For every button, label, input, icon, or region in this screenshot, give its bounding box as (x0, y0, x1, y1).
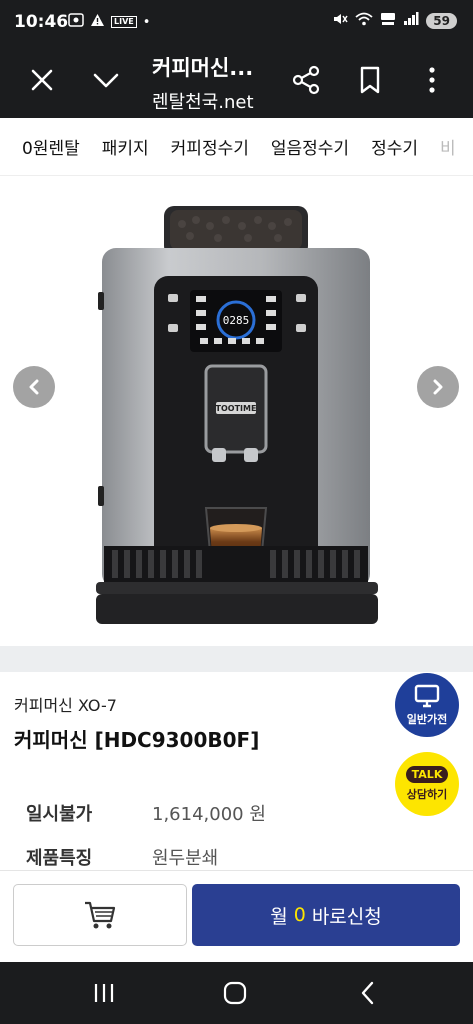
general-appliance-label: 일반가전 (406, 712, 448, 726)
apply-now-button[interactable]: 월 0 바로신청 (192, 884, 460, 946)
close-icon (31, 69, 53, 91)
machine-display-code: 0285 (223, 314, 250, 327)
spec-label: 일시불가 (26, 804, 93, 825)
bookmark-button[interactable] (352, 62, 388, 98)
recent-apps-button[interactable] (92, 980, 116, 1006)
bottom-action-bar: 월 0 바로신청 (0, 870, 473, 962)
home-icon (223, 981, 247, 1005)
back-icon (361, 981, 374, 1005)
page-title: 커피머신... (152, 56, 254, 80)
screenshot-icon (68, 13, 84, 31)
expand-button[interactable] (88, 62, 124, 98)
spec-row-price: 일시불가 1,614,000 원 (26, 800, 266, 826)
spec-value: 원두분쇄 (152, 848, 219, 869)
monitor-icon (414, 684, 440, 707)
dot-icon: • (142, 14, 151, 30)
carousel-prev-button[interactable] (13, 366, 55, 408)
cart-button[interactable] (13, 884, 187, 946)
share-button[interactable] (288, 62, 324, 98)
recent-apps-icon (94, 984, 114, 1002)
wifi-icon (355, 12, 373, 30)
product-subtitle: 커피머신 XO-7 (14, 696, 117, 715)
home-button[interactable] (222, 980, 248, 1006)
product-title: 커피머신 [HDC9300B0F] (14, 728, 260, 752)
tab-water-purifier[interactable]: 정수기 (349, 134, 418, 159)
consult-label: 상담하기 (406, 788, 448, 801)
status-bar: 10:46 LIVE • 59 (0, 0, 473, 46)
general-appliance-button[interactable]: 일반가전 (395, 673, 459, 737)
battery-indicator: 59 (426, 13, 457, 29)
warning-icon (90, 13, 105, 31)
arrow-right-icon (433, 379, 443, 395)
system-nav-bar (0, 962, 473, 1024)
product-image-carousel: 0285 TOOTIME (0, 176, 473, 646)
volte-icon (380, 12, 396, 30)
status-time: 10:46 (14, 12, 69, 32)
machine-brand-plate: TOOTIME (216, 404, 257, 413)
tab-package[interactable]: 패키지 (80, 134, 149, 159)
talk-bubble-icon: TALK (405, 766, 449, 783)
apply-prefix: 월 (270, 905, 288, 928)
kakao-talk-consult-button[interactable]: TALK 상담하기 (395, 752, 459, 816)
apply-number: 0 (293, 904, 306, 926)
cart-icon (85, 901, 116, 929)
spec-value: 1,614,000 원 (152, 804, 266, 825)
status-icons-right: 59 (332, 12, 457, 30)
more-vertical-icon (429, 67, 435, 93)
more-options-button[interactable] (414, 62, 450, 98)
spec-label: 제품특징 (26, 848, 93, 869)
mute-icon (332, 12, 348, 30)
tab-partial[interactable]: 비 (418, 134, 456, 159)
page-domain: 렌탈천국.net (152, 92, 254, 113)
tab-ice-purifier[interactable]: 얼음정수기 (249, 134, 349, 159)
category-tabs: 0원렌탈 패키지 커피정수기 얼음정수기 정수기 비 (0, 118, 473, 176)
section-divider (0, 646, 473, 672)
close-button[interactable] (24, 62, 60, 98)
coffee-machine-image: 0285 TOOTIME (96, 206, 378, 624)
browser-toolbar: 커피머신... 렌탈천국.net (0, 46, 473, 118)
bookmark-icon (360, 66, 380, 94)
back-button[interactable] (356, 980, 380, 1006)
live-score-icon: LIVE (111, 16, 137, 28)
tab-zero-rental[interactable]: 0원렌탈 (0, 134, 80, 159)
signal-icon (403, 12, 419, 30)
status-icons-left: LIVE • (68, 13, 150, 31)
tab-coffee-purifier[interactable]: 커피정수기 (149, 134, 249, 159)
carousel-next-button[interactable] (417, 366, 459, 408)
arrow-left-icon (29, 379, 39, 395)
share-icon (292, 65, 320, 95)
apply-suffix: 바로신청 (311, 905, 382, 928)
chevron-down-icon (93, 73, 119, 88)
spec-row-feature: 제품특징 원두분쇄 (26, 844, 218, 870)
